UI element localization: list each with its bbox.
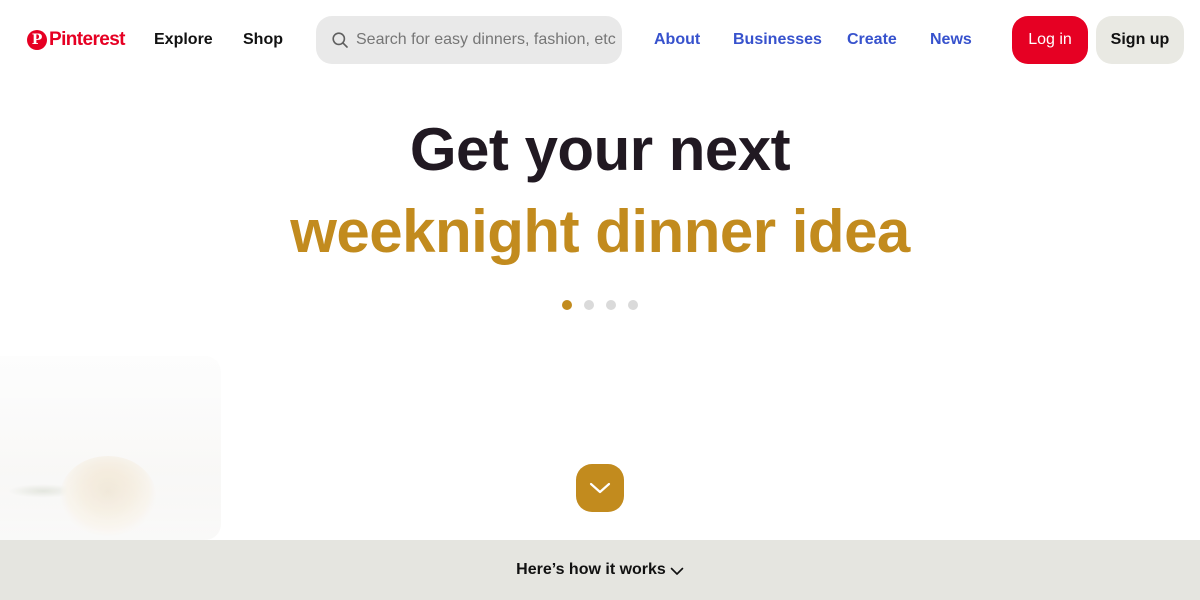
how-it-works-bar[interactable]: Here’s how it works: [0, 540, 1200, 600]
nav-shop-link[interactable]: Shop: [243, 28, 283, 52]
carousel-dot-4[interactable]: [628, 300, 638, 310]
hero-heading: Get your next: [409, 116, 791, 183]
nav-explore-link[interactable]: Explore: [154, 28, 213, 52]
signup-button[interactable]: Sign up: [1096, 16, 1184, 64]
carousel-dot-2[interactable]: [584, 300, 594, 310]
carousel-dot-3[interactable]: [606, 300, 616, 310]
pinterest-logo[interactable]: Pinterest: [27, 28, 126, 52]
hero-subheading: weeknight dinner idea: [290, 198, 910, 265]
login-button[interactable]: Log in: [1012, 16, 1088, 64]
search-bar[interactable]: [316, 16, 622, 64]
carousel-dot-1[interactable]: [562, 300, 572, 310]
chevron-down-icon: [670, 567, 684, 575]
how-it-works-label: Here’s how it works: [516, 561, 666, 578]
brand-name: Pinterest: [49, 29, 126, 50]
scroll-down-button[interactable]: [576, 464, 624, 512]
image-fade-overlay: [0, 356, 221, 540]
create-link[interactable]: Create: [847, 28, 897, 52]
carousel-indicators: [0, 300, 1200, 310]
search-input[interactable]: [356, 31, 616, 49]
pinterest-logo-icon: [27, 30, 47, 50]
businesses-link[interactable]: Businesses: [733, 28, 822, 52]
news-link[interactable]: News: [930, 28, 972, 52]
food-image-card: [0, 356, 221, 540]
search-icon: [332, 32, 348, 48]
about-link[interactable]: About: [654, 28, 700, 52]
top-navigation: Pinterest Explore Shop About Businesses …: [0, 0, 1200, 80]
chevron-down-icon: [589, 482, 611, 494]
